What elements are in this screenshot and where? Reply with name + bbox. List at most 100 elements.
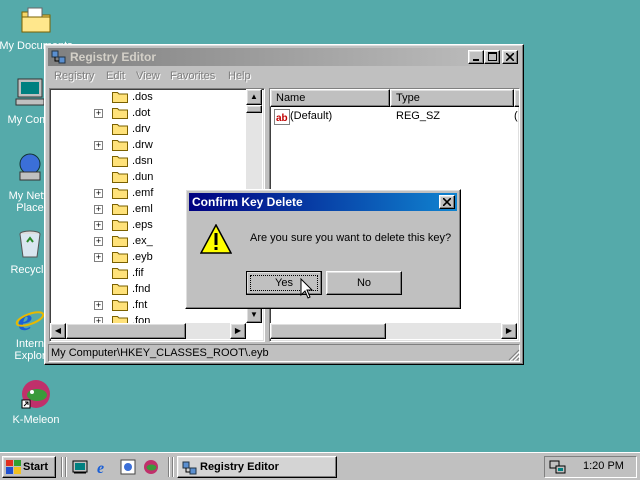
folder-icon	[112, 204, 128, 215]
tree-item-label: .drw	[132, 139, 153, 151]
start-button[interactable]: Start	[2, 456, 56, 478]
value-type: REG_SZ	[396, 110, 441, 122]
folder-icon	[112, 92, 128, 103]
tree-item-label: .eps	[132, 219, 153, 231]
folder-icon	[112, 188, 128, 199]
tree-item-label: .fnd	[132, 283, 151, 295]
menu-bar: Registry Edit View Favorites Help	[48, 68, 520, 86]
expand-icon[interactable]: +	[94, 237, 103, 246]
folder-icon	[112, 108, 128, 119]
svg-text:e: e	[97, 460, 104, 475]
menu-registry[interactable]: Registry	[54, 70, 94, 82]
k-meleon-icon[interactable]	[143, 459, 159, 475]
value-row[interactable]: ab (Default) REG_SZ (	[272, 109, 519, 125]
expand-icon[interactable]: +	[94, 141, 103, 150]
warning-icon	[200, 224, 232, 254]
dialog-title: Confirm Key Delete	[192, 195, 303, 209]
dialog-close-button[interactable]	[439, 195, 455, 209]
status-bar: My Computer\HKEY_CLASSES_ROOT\.eyb	[48, 344, 520, 362]
folder-icon	[112, 140, 128, 151]
clock[interactable]: 1:20 PM	[583, 460, 624, 472]
window-titlebar[interactable]: Registry Editor	[48, 48, 520, 66]
scroll-thumb[interactable]	[246, 105, 262, 113]
expand-icon[interactable]: +	[94, 301, 103, 310]
menu-edit[interactable]: Edit	[106, 70, 125, 82]
scroll-right-button[interactable]: ▶	[230, 323, 246, 339]
maximize-icon	[487, 52, 497, 61]
tree-item-label: .dos	[132, 91, 153, 103]
menu-favorites[interactable]: Favorites	[170, 70, 215, 82]
task-label: Registry Editor	[200, 461, 279, 473]
open-folder-icon	[112, 252, 128, 263]
desktop-icon-label: K-Meleon	[12, 414, 60, 426]
tree-item[interactable]: + .dot	[50, 105, 246, 121]
resize-grip-icon[interactable]	[508, 349, 520, 361]
expand-icon[interactable]: +	[94, 109, 103, 118]
column-header-name[interactable]: Name	[270, 89, 390, 107]
tree-item[interactable]: .dos	[50, 89, 246, 105]
tree-item-label: .fif	[132, 267, 144, 279]
folder-icon	[112, 124, 128, 135]
taskbar-divider	[172, 457, 174, 477]
folder-documents-icon	[21, 7, 51, 33]
scroll-right-button[interactable]: ▶	[501, 323, 517, 339]
internet-explorer-icon[interactable]: e	[96, 459, 112, 475]
status-path: My Computer\HKEY_CLASSES_ROOT\.eyb	[51, 347, 269, 359]
network-tray-icon[interactable]	[549, 459, 567, 475]
scroll-up-button[interactable]: ▲	[246, 89, 262, 105]
recycle-bin-icon	[19, 230, 41, 258]
computer-icon	[15, 78, 45, 106]
start-label: Start	[23, 461, 49, 473]
scroll-down-button[interactable]: ▼	[246, 307, 262, 323]
folder-icon	[112, 300, 128, 311]
value-name: (Default)	[290, 110, 333, 122]
tree-item-label: .emf	[132, 187, 154, 199]
no-button[interactable]: No	[326, 271, 402, 295]
folder-icon	[112, 172, 128, 183]
tree-item[interactable]: + .drw	[50, 137, 246, 153]
maximize-button[interactable]	[484, 50, 500, 64]
taskbar-divider	[168, 457, 170, 477]
close-icon	[442, 197, 452, 207]
expand-icon[interactable]: +	[94, 189, 103, 198]
minimize-icon	[473, 59, 479, 61]
expand-icon[interactable]: +	[94, 253, 103, 262]
tree-item-label: .eml	[132, 203, 153, 215]
tree-item-label: .dun	[132, 171, 154, 183]
internet-explorer-icon: e	[15, 302, 45, 334]
taskbar: Start e Registry Editor 1:20 PM	[0, 452, 640, 480]
show-desktop-icon[interactable]	[72, 459, 88, 475]
desktop-icon-k-meleon[interactable]: K-Meleon	[0, 378, 74, 428]
tree-item-label: .dot	[132, 107, 151, 119]
dialog-titlebar[interactable]: Confirm Key Delete	[189, 193, 457, 211]
menu-view[interactable]: View	[136, 70, 160, 82]
tree-item[interactable]: .drv	[50, 121, 246, 137]
taskbar-divider	[61, 457, 63, 477]
value-data: (	[514, 110, 518, 122]
expand-icon[interactable]: +	[94, 205, 103, 214]
folder-icon	[112, 220, 128, 231]
column-header-data[interactable]: D	[514, 89, 519, 107]
close-button[interactable]	[502, 50, 518, 64]
network-icon	[19, 153, 41, 181]
channels-icon[interactable]	[120, 459, 136, 475]
tree-item-label: .dsn	[132, 155, 153, 167]
window-title: Registry Editor	[70, 50, 157, 64]
expand-icon[interactable]: +	[94, 221, 103, 230]
task-button-registry-editor[interactable]: Registry Editor	[177, 456, 337, 478]
menu-help[interactable]: Help	[228, 70, 251, 82]
dialog-message: Are you sure you want to delete this key…	[250, 232, 452, 244]
scroll-left-button[interactable]: ◀	[50, 323, 66, 339]
scroll-thumb[interactable]	[66, 323, 186, 339]
minimize-button[interactable]	[468, 50, 484, 64]
tree-item-label: .fnt	[132, 299, 148, 311]
tree-item[interactable]: .dsn	[50, 153, 246, 169]
tree-item-label: .eyb	[132, 251, 153, 263]
column-header-type[interactable]: Type	[390, 89, 514, 107]
k-meleon-icon	[21, 380, 50, 409]
tree-item[interactable]: .dun	[50, 169, 246, 185]
confirm-dialog: Confirm Key Delete Are you sure you want…	[185, 189, 461, 309]
tree-item-label: .ex_	[132, 235, 153, 247]
tree-item-label: .drv	[132, 123, 151, 135]
scroll-thumb[interactable]	[270, 323, 386, 339]
